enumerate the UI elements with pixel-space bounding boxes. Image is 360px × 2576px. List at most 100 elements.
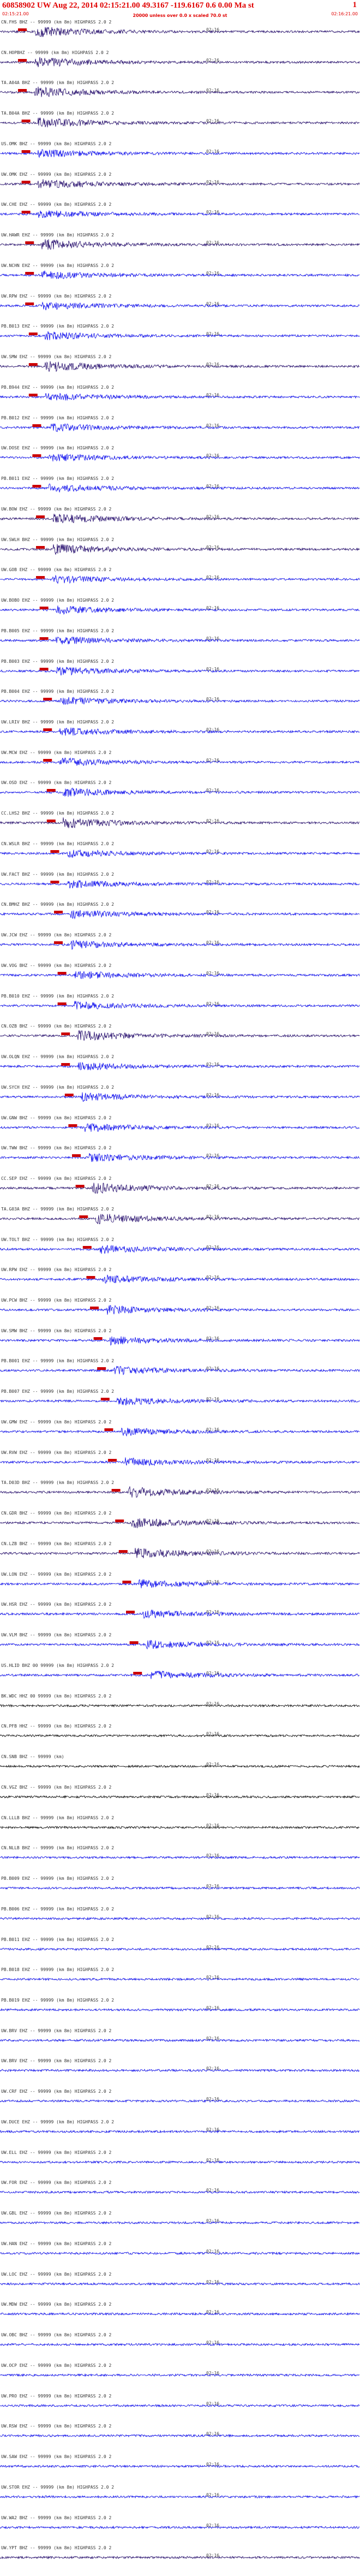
minute-tick-label: 02:16 bbox=[206, 1031, 220, 1036]
station-label: UW.JCW EHZ -- 99999 (km 8m) HIGHPASS 2.0… bbox=[1, 933, 112, 937]
pick-marker bbox=[36, 546, 45, 549]
station-label: CN.GDR BHZ -- 99999 (km 8m) HIGHPASS 2.0… bbox=[1, 1511, 112, 1516]
trace-row: PB.B006 EHZ -- 99999 (km 8m) HIGHPASS 2.… bbox=[0, 1907, 360, 1924]
station-label: UW.BRV EHZ -- 99999 (km 8m) HIGHPASS 2.0… bbox=[1, 2058, 112, 2063]
pick-marker bbox=[79, 1215, 88, 1218]
minute-tick-label: 02:16 bbox=[206, 727, 220, 732]
minute-tick-label: 02:16 bbox=[206, 758, 220, 763]
station-label: UW.GBL EHZ -- 99999 (km 8m) HIGHPASS 2.0… bbox=[1, 2211, 112, 2216]
waveform-line bbox=[0, 1427, 360, 1437]
pick-marker bbox=[61, 1063, 70, 1066]
waveform-line bbox=[0, 1397, 360, 1405]
minute-tick-label: 02:16 bbox=[206, 2340, 220, 2345]
station-label: PB.B010 EHZ -- 99999 (km 8m) HIGHPASS 2.… bbox=[1, 994, 115, 999]
station-label: UW.BOW EHZ -- 99999 (km 8m) HIGHPASS 2.0… bbox=[1, 507, 112, 512]
trace-row: US.OMK BHZ -- 99999 (km 8m) HIGHPASS 2.0… bbox=[0, 141, 360, 159]
waveform-line bbox=[0, 26, 360, 37]
minute-tick-label: 02:16 bbox=[206, 1945, 220, 1950]
pick-marker bbox=[57, 1002, 67, 1005]
minute-tick-label: 02:16 bbox=[206, 362, 220, 367]
waveform-line bbox=[0, 667, 360, 676]
minute-tick-label: 02:16 bbox=[206, 575, 220, 580]
station-label: UW.OLQN EHZ -- 99999 (km 8m) HIGHPASS 2.… bbox=[1, 1054, 115, 1059]
trace-row: UW.OBC BHZ -- 99999 (km 8m) HIGHPASS 2.0… bbox=[0, 2332, 360, 2350]
trace-row: UW.TOLT BHZ -- 99999 (km 8m) HIGHPASS 2.… bbox=[0, 1237, 360, 1255]
pick-marker bbox=[28, 394, 38, 396]
waveform-line bbox=[0, 1336, 360, 1346]
trace-row: TA.G03A BHZ -- 99999 (km 8m) HIGHPASS 2.… bbox=[0, 1207, 360, 1224]
trace-row: UW.SAW EHZ -- 99999 (km 8m) HIGHPASS 2.0… bbox=[0, 2454, 360, 2472]
station-label: PB.B007 EHZ -- 99999 (km 8m) HIGHPASS 2.… bbox=[1, 1389, 115, 1394]
pick-marker bbox=[21, 181, 31, 183]
trace-row: PB.B019 EHZ -- 99999 (km 8m) HIGHPASS 2.… bbox=[0, 1998, 360, 2015]
minute-tick-label: 02:16 bbox=[206, 2523, 220, 2528]
station-label: UW.LON EHZ -- 99999 (km 8m) HIGHPASS 2.0… bbox=[1, 1572, 112, 1577]
station-label: UW.TOLT BHZ -- 99999 (km 8m) HIGHPASS 2.… bbox=[1, 1237, 115, 1242]
minute-tick-label: 02:16 bbox=[206, 1549, 220, 1554]
minute-tick-label: 02:16 bbox=[206, 301, 220, 306]
station-label: UW.VLM BHZ -- 99999 (km 8m) HIGHPASS 2.0… bbox=[1, 1633, 112, 1637]
waveform-line bbox=[0, 2342, 360, 2347]
station-label: TA.A04A BHZ -- 99999 (km 8m) HIGHPASS 2.… bbox=[1, 80, 115, 85]
station-label: UW.HSR EHZ -- 99999 (km 8m) HIGHPASS 2.0… bbox=[1, 1602, 112, 1607]
trace-row: UW.JCW EHZ -- 99999 (km 8m) HIGHPASS 2.0… bbox=[0, 933, 360, 950]
trace-row: PB.B009 EHZ -- 99999 (km 8m) HIGHPASS 2.… bbox=[0, 1876, 360, 1894]
station-label: UW.OSD EHZ -- 99999 (km 8m) HIGHPASS 2.0… bbox=[1, 780, 112, 785]
waveform-line bbox=[0, 1457, 360, 1467]
station-label: PB.B006 EHZ -- 99999 (km 8m) HIGHPASS 2.… bbox=[1, 1907, 115, 1912]
trace-row: UW.STOR EHZ -- 99999 (km 8m) HIGHPASS 2.… bbox=[0, 2485, 360, 2502]
minute-tick-label: 02:16 bbox=[206, 1640, 220, 1645]
station-label: UW.RPW EHZ -- 99999 (km 8m) HIGHPASS 2.0… bbox=[1, 294, 112, 299]
minute-tick-label: 02:16 bbox=[206, 2097, 220, 2102]
trace-row: UW.RVW EHZ -- 99999 (km 8m) HIGHPASS 2.0… bbox=[0, 1450, 360, 1468]
waveform-line bbox=[0, 1734, 360, 1738]
trace-row: CN.LLLB BHZ -- 99999 (km 8m) HIGHPASS 2.… bbox=[0, 1815, 360, 1833]
minute-tick-label: 02:16 bbox=[206, 910, 220, 915]
waveform-line bbox=[0, 1123, 360, 1132]
minute-tick-label: 02:16 bbox=[206, 1884, 220, 1889]
station-label: CN.FHS BHZ -- 99999 (km 8m) HIGHPASS 2.0… bbox=[1, 20, 112, 25]
waveform-line bbox=[0, 971, 360, 980]
trace-row: CN.BMHZ BHZ -- 99999 (km 8m) HIGHPASS 2.… bbox=[0, 902, 360, 919]
trace-row: UW.CRF EHZ -- 99999 (km 8m) HIGHPASS 2.0… bbox=[0, 2089, 360, 2106]
station-label: CN.LZB BHZ -- 99999 (km 8m) HIGHPASS 2.0… bbox=[1, 1541, 112, 1546]
waveform-line bbox=[0, 1274, 360, 1284]
trace-row: PB.B001 EHZ -- 99999 (km 8m) HIGHPASS 2.… bbox=[0, 1358, 360, 1376]
station-label: US.HLID BHZ 00 99999 (km 8m) HIGHPASS 2.… bbox=[1, 1663, 115, 1668]
pick-marker bbox=[25, 302, 34, 305]
pick-marker bbox=[21, 211, 31, 213]
minute-tick-label: 02:16 bbox=[206, 88, 220, 93]
station-label: UW.OCP EHZ -- 99999 (km 8m) HIGHPASS 2.0… bbox=[1, 2363, 112, 2368]
station-label: TA.B04A BHZ -- 99999 (km 8m) HIGHPASS 2.… bbox=[1, 111, 115, 116]
trace-row: UW.GMW EHZ -- 99999 (km 8m) HIGHPASS 2.0… bbox=[0, 1420, 360, 1437]
pick-marker bbox=[75, 1185, 85, 1188]
station-label: UW.LOC EHZ -- 99999 (km 8m) HIGHPASS 2.0… bbox=[1, 2272, 112, 2277]
waveform-line bbox=[0, 1244, 360, 1254]
station-label: PB.B013 EHZ -- 99999 (km 8m) HIGHPASS 2.… bbox=[1, 324, 115, 329]
trace-row: UW.DOSE EHZ -- 99999 (km 8m) HIGHPASS 2.… bbox=[0, 446, 360, 463]
pick-marker bbox=[82, 1246, 92, 1249]
pick-marker bbox=[25, 272, 34, 275]
pick-marker bbox=[115, 1520, 124, 1522]
minute-tick-label: 02:16 bbox=[206, 240, 220, 245]
minute-tick-label: 02:16 bbox=[206, 58, 220, 63]
trace-row: PB.B018 EHZ -- 99999 (km 8m) HIGHPASS 2.… bbox=[0, 1967, 360, 1985]
trace-row: UW.SMW EHZ -- 99999 (km 8m) HIGHPASS 2.0… bbox=[0, 354, 360, 372]
pick-marker bbox=[129, 1641, 139, 1644]
minute-tick-label: 02:16 bbox=[206, 514, 220, 519]
pick-marker bbox=[43, 759, 52, 762]
minute-tick-label: 02:16 bbox=[206, 331, 220, 336]
trace-row: CN.LZB BHZ -- 99999 (km 8m) HIGHPASS 2.0… bbox=[0, 1541, 360, 1559]
pick-marker bbox=[32, 424, 41, 427]
minute-tick-label: 02:16 bbox=[206, 1731, 220, 1736]
station-label: US.OMK BHZ -- 99999 (km 8m) HIGHPASS 2.0… bbox=[1, 141, 112, 146]
minute-tick-label: 02:16 bbox=[206, 2066, 220, 2071]
pick-marker bbox=[111, 1489, 121, 1492]
trace-row: BK.WDC HHZ 00 99999 (km 8m) HIGHPASS 2.0… bbox=[0, 1694, 360, 1711]
station-label: PB.B012 EHZ -- 99999 (km 8m) HIGHPASS 2.… bbox=[1, 416, 115, 420]
trace-row: UW.OCP EHZ -- 99999 (km 8m) HIGHPASS 2.0… bbox=[0, 2363, 360, 2381]
minute-tick-label: 02:16 bbox=[206, 2371, 220, 2376]
minute-tick-label: 02:16 bbox=[206, 940, 220, 945]
pick-marker bbox=[104, 1428, 113, 1431]
pick-marker bbox=[126, 1611, 135, 1613]
